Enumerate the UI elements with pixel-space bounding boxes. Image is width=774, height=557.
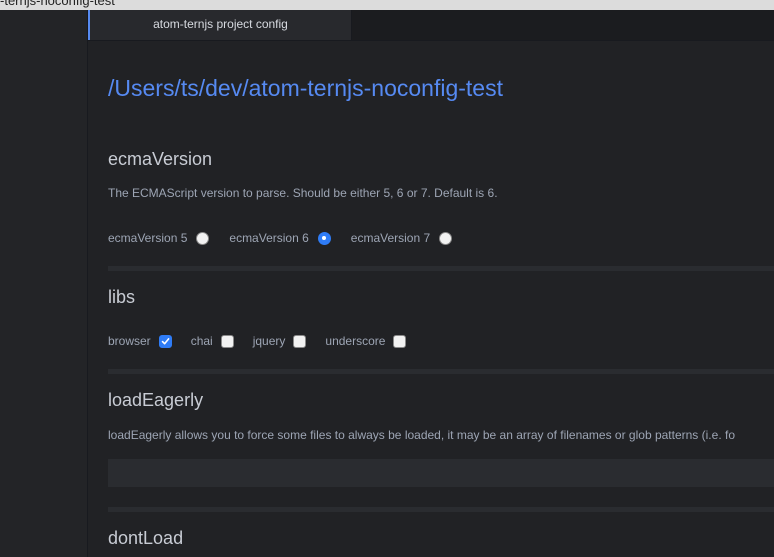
dontload-heading: dontLoad: [108, 528, 184, 548]
ecmaversion-7-label: ecmaVersion 7: [350, 231, 431, 245]
tab-project-config[interactable]: atom-ternjs project config: [88, 10, 352, 40]
tree-view-panel[interactable]: [0, 10, 88, 557]
lib-browser-label: browser: [108, 334, 151, 348]
lib-underscore-option[interactable]: underscore: [325, 334, 407, 348]
window-titlebar: -ternjs-noconfig-test: [0, 0, 774, 10]
section-divider: [108, 266, 774, 271]
ecmaversion-6-option[interactable]: ecmaVersion 6: [229, 231, 331, 245]
ecmaversion-5-option[interactable]: ecmaVersion 5: [108, 231, 210, 245]
window-title: -ternjs-noconfig-test: [0, 0, 115, 8]
section-divider: [108, 369, 774, 374]
ecmaversion-options: ecmaVersion 5 ecmaVersion 6 ecmaVersion …: [108, 228, 453, 248]
libs-heading: libs: [108, 287, 136, 307]
ecmaversion-5-label: ecmaVersion 5: [108, 231, 188, 245]
config-panel: /Users/ts/dev/atom-ternjs-noconfig-test …: [88, 41, 774, 557]
checkmark-icon: [161, 337, 170, 344]
tab-bar: atom-ternjs project config: [88, 10, 774, 41]
lib-jquery-label: jquery: [252, 334, 286, 348]
ecmaversion-5-radio[interactable]: [196, 231, 210, 245]
ecmaversion-description: The ECMAScript version to parse. Should …: [108, 186, 498, 200]
section-divider: [108, 507, 774, 512]
lib-underscore-label: underscore: [325, 334, 386, 348]
ecmaversion-7-radio[interactable]: [439, 231, 453, 245]
lib-chai-label: chai: [190, 334, 213, 348]
loadeagerly-heading: loadEagerly: [108, 390, 204, 410]
ecmaversion-7-option[interactable]: ecmaVersion 7: [350, 231, 453, 245]
libs-options: browser chai jquery underscore: [108, 331, 407, 351]
lib-browser-option[interactable]: browser: [108, 334, 172, 348]
lib-underscore-checkbox[interactable]: [393, 334, 407, 348]
lib-chai-checkbox[interactable]: [220, 334, 234, 348]
loadeagerly-input[interactable]: [108, 459, 774, 487]
ecmaversion-6-radio[interactable]: [317, 231, 331, 245]
page-title[interactable]: /Users/ts/dev/atom-ternjs-noconfig-test: [108, 75, 503, 102]
lib-jquery-checkbox[interactable]: [293, 334, 307, 348]
loadeagerly-description: loadEagerly allows you to force some fil…: [108, 428, 735, 442]
lib-chai-option[interactable]: chai: [191, 334, 234, 348]
lib-browser-checkbox[interactable]: [158, 334, 172, 348]
lib-jquery-option[interactable]: jquery: [253, 334, 307, 348]
ecmaversion-6-label: ecmaVersion 6: [229, 231, 309, 245]
ecmaversion-heading: ecmaVersion: [108, 149, 213, 169]
